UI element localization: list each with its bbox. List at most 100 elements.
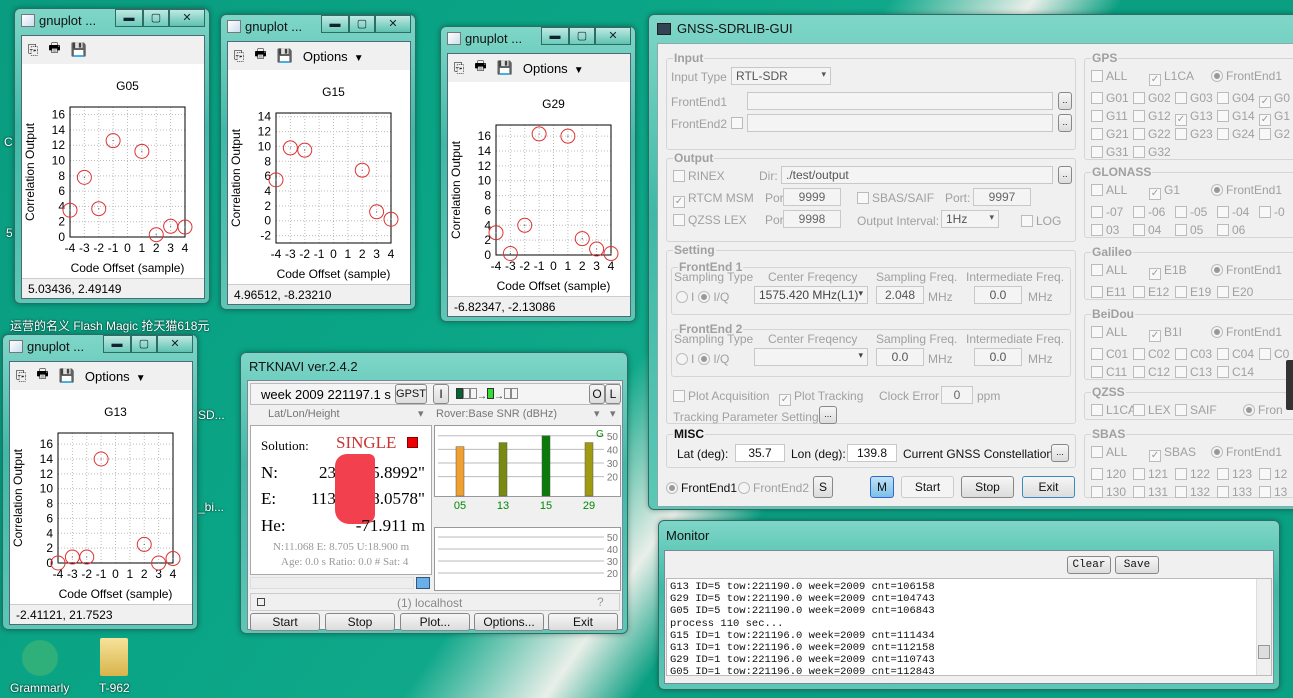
iq-radio[interactable] — [698, 353, 711, 365]
checkbox[interactable] — [1175, 404, 1187, 416]
satellite-checkbox[interactable] — [1217, 486, 1229, 498]
satellite-checkbox[interactable] — [1133, 92, 1145, 104]
satellite-checkbox[interactable] — [1175, 486, 1187, 498]
print-icon[interactable]: 🖶 — [36, 365, 48, 387]
maximize-button[interactable]: ▢ — [569, 27, 595, 45]
satellite-checkbox[interactable] — [1175, 224, 1187, 236]
checkbox[interactable] — [1091, 326, 1103, 338]
satellite-checkbox[interactable] — [1175, 366, 1187, 378]
checkbox[interactable] — [1091, 404, 1103, 416]
qzss-lex-checkbox[interactable] — [673, 214, 685, 226]
plot-canvas[interactable]: G05-4 -3 -2 -1 0 1 2 3 40246810121416Code Offset… — [22, 64, 206, 280]
rtcm-checkbox[interactable]: ✓ — [673, 196, 685, 208]
options-menu[interactable]: Options ▼ — [303, 49, 364, 64]
checkbox[interactable] — [1133, 404, 1145, 416]
satellite-checkbox[interactable] — [1133, 286, 1145, 298]
satellite-checkbox[interactable] — [1091, 224, 1103, 236]
exit-button[interactable]: Exit — [548, 613, 618, 631]
checkbox[interactable] — [1091, 446, 1103, 458]
close-button[interactable]: ✕ — [157, 335, 193, 353]
options-button[interactable]: Options... — [474, 613, 544, 631]
clear-button[interactable]: Clear — [1067, 556, 1111, 574]
monitor-log[interactable]: G13 ID=5 tow:221190.0 week=2009 cnt=1061… — [666, 578, 1272, 678]
minimize-button[interactable]: ▬ — [321, 15, 349, 33]
lon-input[interactable]: 139.8 — [847, 444, 897, 462]
right-panel-selector[interactable]: Rover:Base SNR (dBHz) — [436, 408, 557, 420]
server-checkbox[interactable] — [257, 598, 265, 606]
copy-icon[interactable]: ⎘ — [16, 368, 26, 384]
satellite-checkbox[interactable] — [1133, 348, 1145, 360]
i-radio[interactable] — [676, 353, 688, 365]
satellite-checkbox[interactable] — [1133, 468, 1145, 480]
plot-acquisition-checkbox[interactable] — [673, 390, 685, 402]
dir-browse-button[interactable]: .. — [1058, 166, 1072, 184]
help-icon[interactable]: ? — [597, 595, 604, 609]
satellite-checkbox[interactable] — [1259, 128, 1271, 140]
satellite-checkbox[interactable] — [1091, 128, 1103, 140]
frontend1-browse-button[interactable]: .. — [1058, 92, 1072, 110]
save-icon[interactable]: 💾 — [71, 42, 87, 58]
print-icon[interactable]: 🖶 — [474, 57, 486, 79]
satellite-checkbox[interactable] — [1133, 110, 1145, 122]
plot-canvas[interactable]: G15-4 -3 -2 -1 0 1 2 3 4-202468101214Code Offset… — [228, 70, 412, 286]
sampling-freq-input[interactable]: 0.0 — [876, 348, 924, 366]
exit-button[interactable]: Exit — [1022, 476, 1075, 498]
options-menu[interactable]: Options ▼ — [523, 61, 584, 76]
desktop-icon-labels[interactable]: 运营的名义 Flash Magic 抢天猫618元 — [10, 317, 209, 334]
print-icon[interactable]: 🖶 — [48, 39, 60, 61]
satellite-checkbox[interactable] — [1091, 348, 1103, 360]
checkbox[interactable] — [1091, 70, 1103, 82]
frontend2-checkbox[interactable] — [731, 117, 743, 129]
satellite-checkbox[interactable]: ✓ — [1175, 114, 1187, 126]
sampling-freq-input[interactable]: 2.048 — [876, 286, 924, 304]
frontend2-radio[interactable] — [738, 482, 750, 494]
checkbox[interactable]: ✓ — [1149, 268, 1161, 280]
minimize-button[interactable]: ▬ — [115, 9, 143, 27]
folder-icon[interactable] — [100, 638, 128, 676]
plot-button[interactable]: Plot... — [400, 613, 470, 631]
maximize-button[interactable]: ▢ — [349, 15, 375, 33]
satellite-checkbox[interactable]: ✓ — [1259, 114, 1271, 126]
satellite-checkbox[interactable] — [1133, 486, 1145, 498]
time-system-button[interactable]: GPST — [395, 384, 427, 404]
options-menu[interactable]: Options ▼ — [85, 369, 146, 384]
center-frequency-select[interactable]: ▾ — [754, 348, 868, 366]
checkbox[interactable]: ✓ — [1149, 450, 1161, 462]
center-frequency-select[interactable]: 1575.420 MHz(L1) ▾ — [754, 286, 868, 304]
checkbox[interactable]: ✓ — [1149, 74, 1161, 86]
start-button[interactable]: Start — [250, 613, 320, 631]
sbas-checkbox[interactable] — [857, 192, 869, 204]
radio[interactable] — [1211, 264, 1223, 276]
input-type-select[interactable]: RTL-SDR ▾ — [731, 67, 831, 85]
satellite-checkbox[interactable] — [1175, 348, 1187, 360]
satellite-checkbox[interactable] — [1091, 366, 1103, 378]
grammarly-label[interactable]: Grammarly — [10, 681, 69, 695]
output-button[interactable]: O — [589, 384, 605, 404]
satellite-checkbox[interactable] — [1175, 468, 1187, 480]
constellation-button[interactable]: ... — [1051, 444, 1069, 462]
qzss-port-input[interactable]: 9998 — [783, 210, 841, 228]
satellite-checkbox[interactable] — [1133, 224, 1145, 236]
horizontal-scrollbar[interactable] — [250, 577, 414, 589]
satellite-checkbox[interactable] — [1217, 224, 1229, 236]
radio[interactable] — [1211, 326, 1223, 338]
plot-canvas[interactable]: G13-4 -3 -2 -1 0 1 2 3 40246810121416Code Offset… — [10, 390, 194, 606]
satellite-checkbox[interactable] — [1091, 486, 1103, 498]
frontend1-radio[interactable] — [666, 482, 678, 494]
close-button[interactable]: ✕ — [375, 15, 411, 33]
log-button[interactable]: L — [605, 384, 621, 404]
satellite-checkbox[interactable] — [1217, 128, 1229, 140]
sbas-port-input[interactable]: 9997 — [973, 188, 1031, 206]
satellite-checkbox[interactable] — [1091, 286, 1103, 298]
save-icon[interactable]: 💾 — [277, 48, 293, 64]
satellite-checkbox[interactable] — [1217, 468, 1229, 480]
maximize-button[interactable]: ▢ — [143, 9, 169, 27]
satellite-checkbox[interactable] — [1217, 366, 1229, 378]
output-interval-select[interactable]: 1Hz ▾ — [941, 210, 999, 228]
copy-icon[interactable]: ⎘ — [234, 48, 244, 64]
maximize-button[interactable]: ▢ — [131, 335, 157, 353]
checkbox[interactable] — [1091, 264, 1103, 276]
rinex-checkbox[interactable] — [673, 170, 685, 182]
print-icon[interactable]: 🖶 — [254, 45, 266, 67]
satellite-checkbox[interactable] — [1091, 92, 1103, 104]
